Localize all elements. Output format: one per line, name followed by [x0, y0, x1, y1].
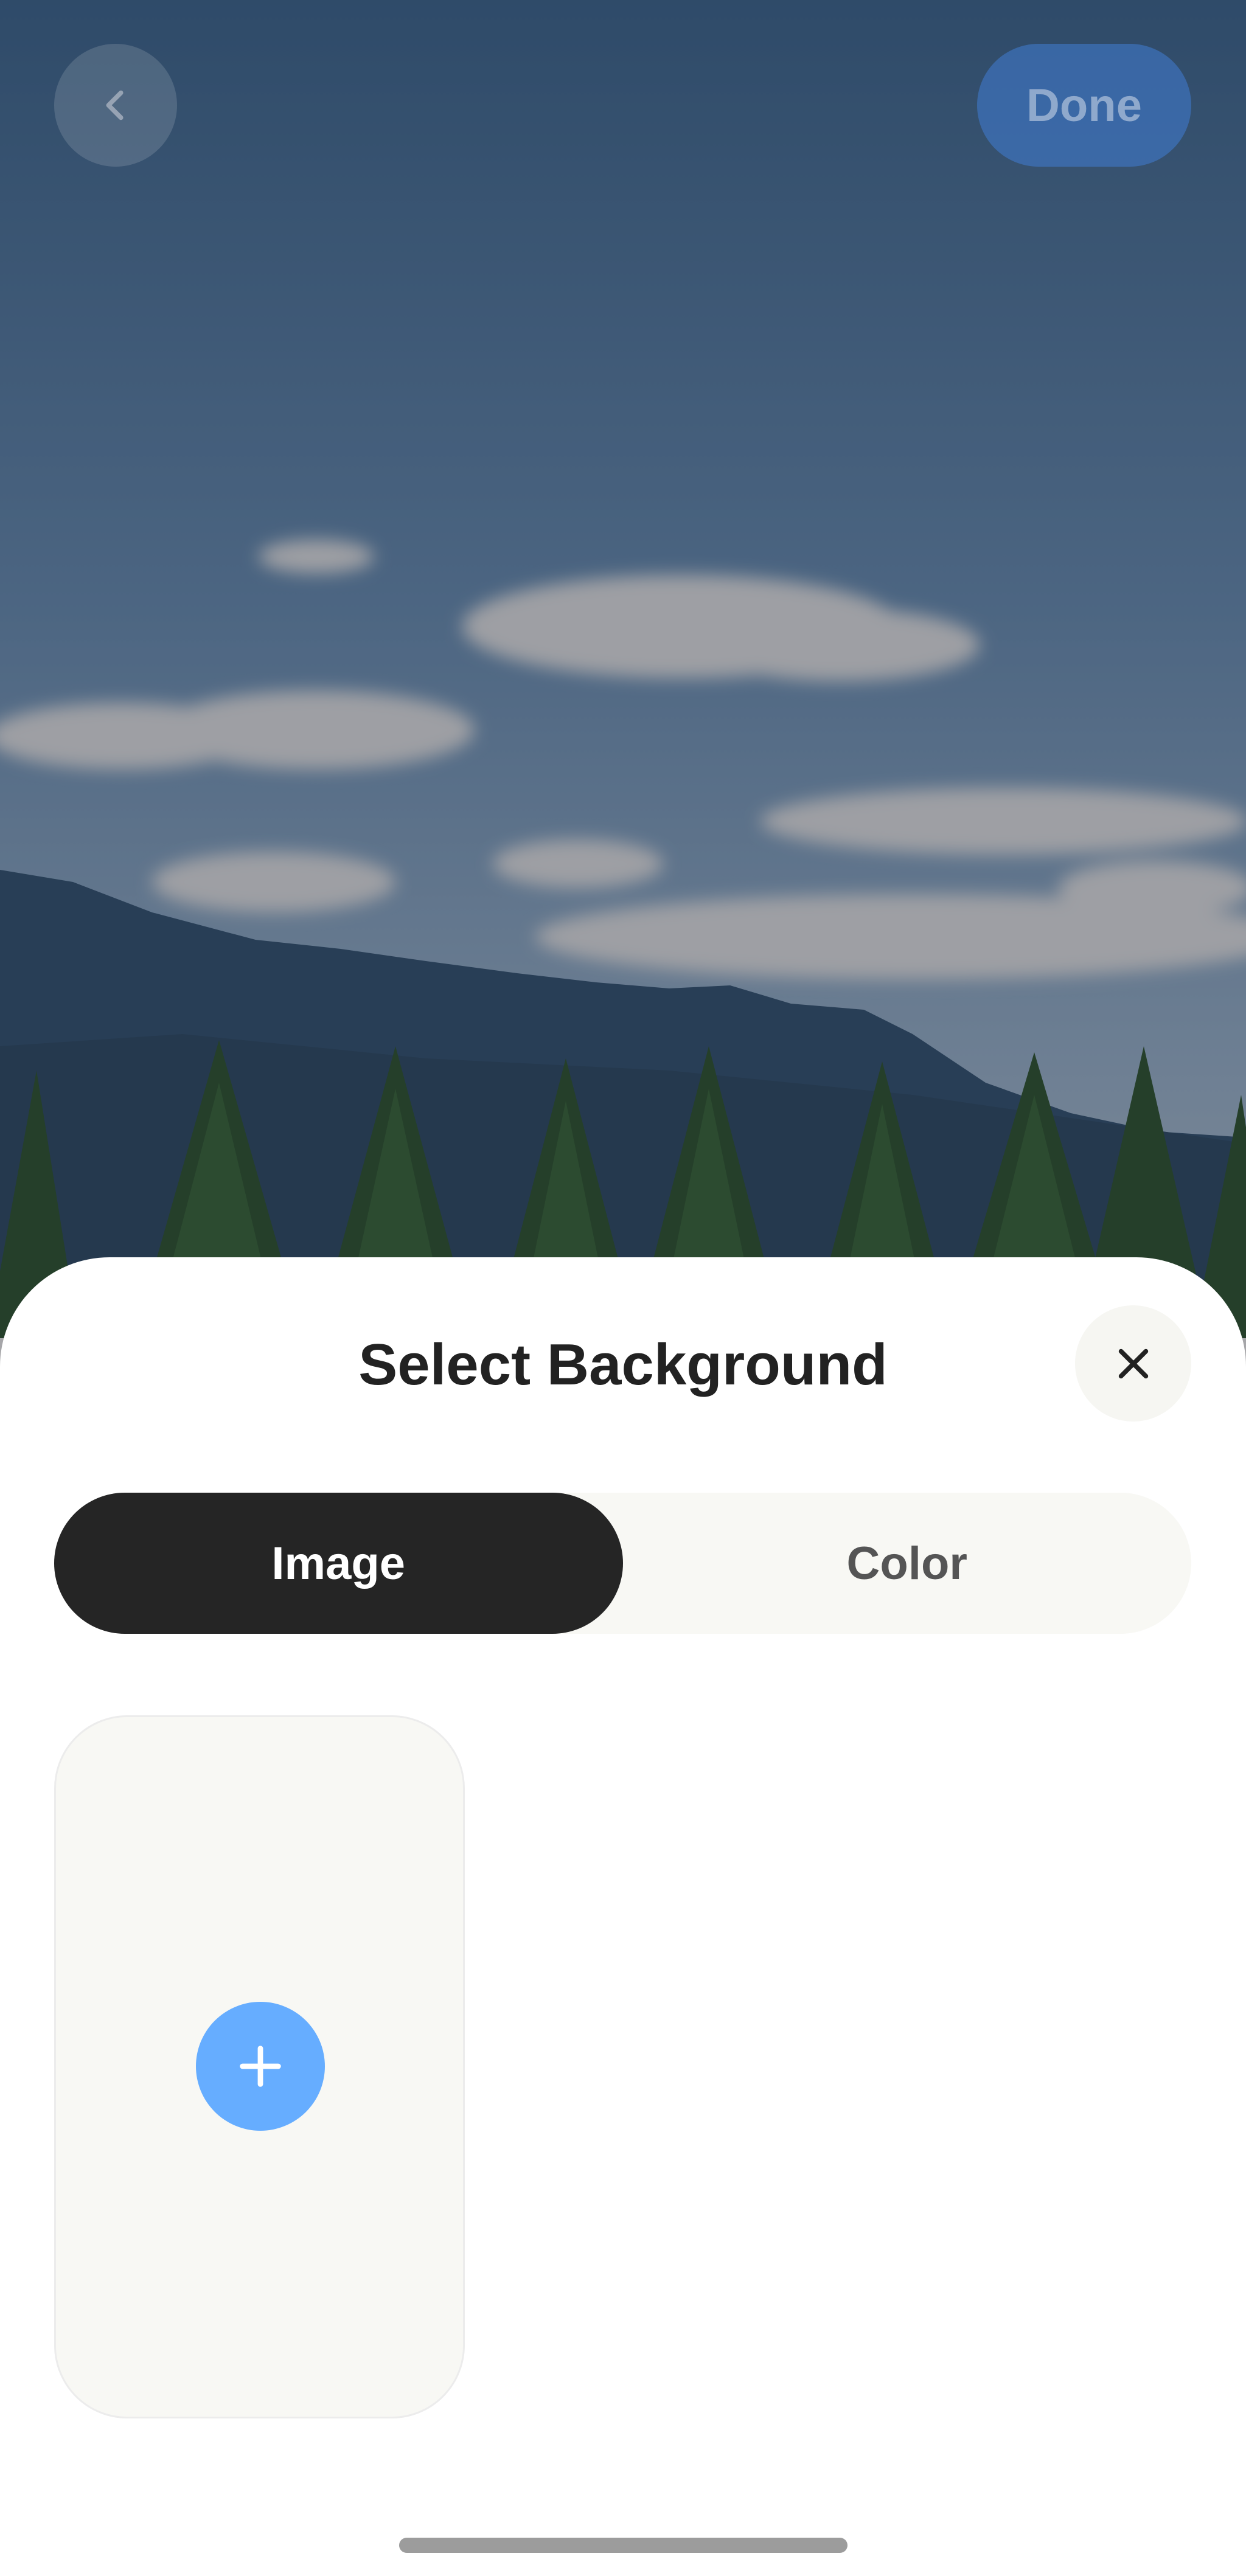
tab-color[interactable]: Color	[623, 1493, 1192, 1634]
add-image-button[interactable]	[196, 2002, 325, 2131]
close-icon	[1118, 1349, 1148, 1378]
close-button[interactable]	[1075, 1305, 1191, 1422]
done-button[interactable]: Done	[977, 44, 1191, 167]
plus-icon	[240, 2046, 281, 2087]
background-type-tabs: Image Color	[54, 1493, 1191, 1634]
back-button[interactable]	[54, 44, 177, 167]
tab-image[interactable]: Image	[54, 1493, 623, 1634]
home-indicator	[399, 2538, 847, 2553]
sheet-title: Select Background	[358, 1332, 888, 1397]
chevron-left-icon	[106, 90, 124, 120]
